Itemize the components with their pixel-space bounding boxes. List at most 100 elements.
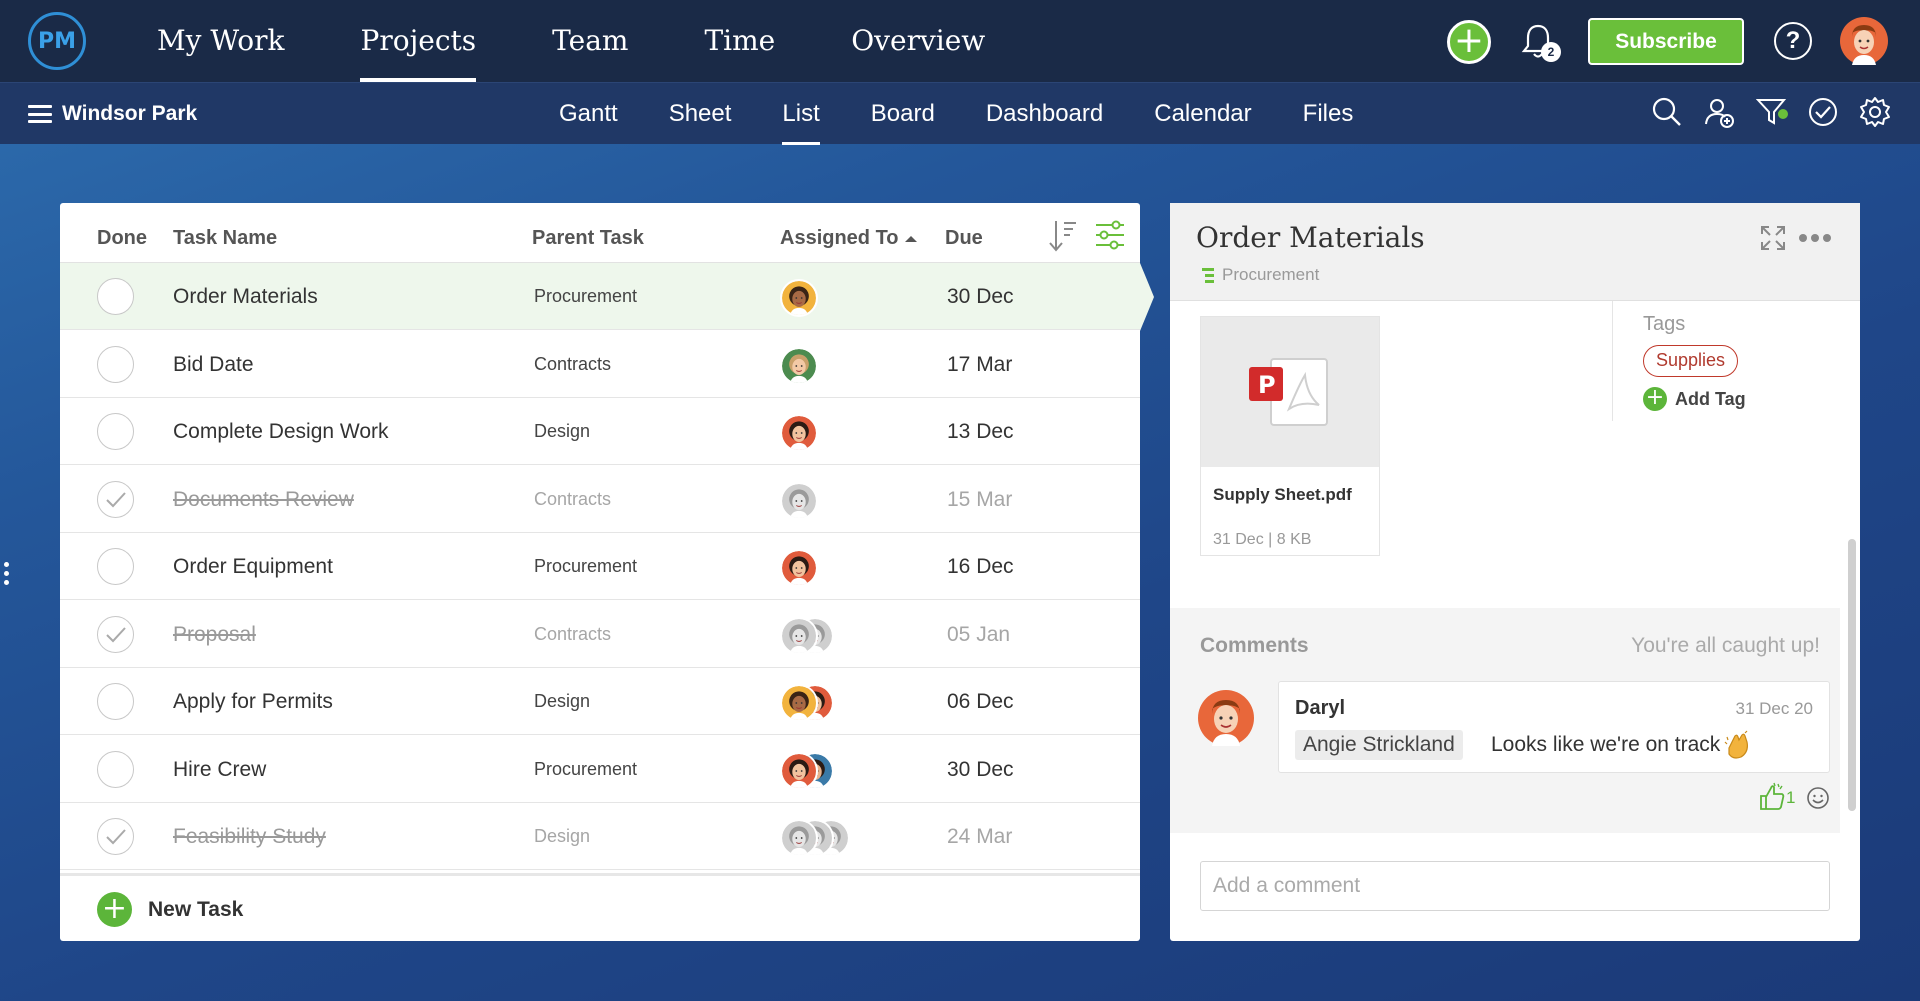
assignee-avatar: [780, 346, 818, 385]
add-comment-input[interactable]: [1200, 861, 1830, 911]
task-row[interactable]: Bid Date Contracts 17 Mar: [60, 331, 1140, 398]
tag-supplies[interactable]: Supplies: [1643, 345, 1739, 377]
project-name[interactable]: Windsor Park: [62, 83, 197, 145]
task-parent: Procurement: [534, 286, 638, 306]
app-logo[interactable]: PM: [28, 12, 86, 70]
task-done-checkbox[interactable]: [97, 750, 134, 788]
task-due-date[interactable]: 13 Dec: [947, 398, 1014, 465]
add-tag-button[interactable]: Add Tag: [1675, 389, 1746, 410]
attachment-file-name[interactable]: Supply Sheet.pdf: [1213, 485, 1352, 505]
filter-icon[interactable]: [1756, 96, 1788, 128]
task-parent: Procurement: [534, 556, 638, 576]
tab-list[interactable]: List: [782, 83, 821, 145]
attachment-thumbnail: P: [1201, 317, 1379, 467]
task-done-checkbox[interactable]: [97, 818, 134, 855]
assignee-avatar: [780, 481, 818, 520]
task-done-checkbox[interactable]: [97, 345, 134, 383]
detail-task-title[interactable]: Order Materials: [1196, 221, 1425, 254]
nav-my-work[interactable]: My Work: [157, 0, 284, 82]
clapping-hands-emoji-icon: [1724, 730, 1748, 759]
nav-time[interactable]: Time: [704, 0, 775, 82]
task-name[interactable]: Documents Review: [173, 466, 354, 533]
task-done-checkbox[interactable]: [97, 278, 134, 315]
task-name[interactable]: Bid Date: [173, 331, 254, 398]
task-row[interactable]: Complete Design Work Design 13 Dec: [60, 398, 1140, 465]
assignee-avatar: [780, 684, 818, 722]
table-header: Done Task Name Parent Task Assigned To D…: [60, 203, 1140, 263]
task-done-checkbox[interactable]: [97, 548, 134, 585]
task-row[interactable]: Order Materials Procurement 30 Dec: [60, 263, 1154, 331]
side-drawer-handle[interactable]: [4, 562, 10, 589]
task-due-date[interactable]: 30 Dec: [947, 736, 1014, 803]
task-name[interactable]: Order Materials: [173, 263, 318, 330]
task-done-checkbox[interactable]: [97, 480, 134, 518]
add-tag-plus-icon[interactable]: +: [1643, 387, 1667, 411]
detail-parent-task[interactable]: Procurement: [1222, 265, 1319, 285]
task-name[interactable]: Complete Design Work: [173, 398, 389, 465]
comment-author: Daryl: [1295, 697, 1346, 719]
emoji-reaction-icon[interactable]: [1806, 786, 1830, 810]
tags-label: Tags: [1643, 313, 1686, 335]
nav-projects[interactable]: Projects: [360, 0, 476, 82]
assignee-avatar: [780, 414, 818, 452]
hamburger-menu-icon[interactable]: [28, 105, 52, 123]
settings-gear-icon[interactable]: [1859, 96, 1891, 128]
column-header-assigned-to-label: Assigned To: [780, 227, 899, 249]
task-parent: Contracts: [534, 353, 612, 374]
comment-text: Looks like we're on track: [1491, 733, 1721, 756]
add-user-icon[interactable]: [1703, 96, 1735, 128]
help-button[interactable]: ?: [1774, 22, 1812, 60]
search-icon[interactable]: [1651, 96, 1683, 128]
quick-add-button[interactable]: +: [1447, 20, 1491, 64]
task-due-date[interactable]: 30 Dec: [947, 263, 1014, 330]
tab-dashboard[interactable]: Dashboard: [986, 83, 1103, 145]
task-due-date[interactable]: 17 Mar: [947, 331, 1012, 398]
more-options-icon[interactable]: [1798, 233, 1832, 243]
task-done-checkbox[interactable]: [97, 615, 134, 653]
tab-sheet[interactable]: Sheet: [669, 83, 732, 145]
column-settings-sliders-icon[interactable]: [1094, 219, 1126, 251]
task-done-checkbox[interactable]: [97, 683, 134, 720]
task-name[interactable]: Feasibility Study: [173, 803, 326, 870]
thumbs-up-icon[interactable]: [1758, 782, 1786, 812]
task-name[interactable]: Apply for Permits: [173, 668, 333, 735]
expand-icon[interactable]: [1760, 225, 1786, 251]
task-name[interactable]: Order Equipment: [173, 533, 333, 600]
task-name[interactable]: Hire Crew: [173, 736, 266, 803]
comment-mention[interactable]: Angie Strickland: [1295, 730, 1463, 760]
tab-calendar[interactable]: Calendar: [1154, 83, 1251, 145]
task-row[interactable]: Hire Crew Procurement 30 Dec: [60, 736, 1140, 803]
like-count: 1: [1786, 788, 1796, 807]
task-row[interactable]: Documents Review Contracts 15 Mar: [60, 466, 1140, 533]
task-name[interactable]: Proposal: [173, 601, 256, 668]
new-task-plus-icon[interactable]: +: [97, 892, 132, 927]
new-task-label[interactable]: New Task: [148, 876, 243, 944]
task-row[interactable]: Proposal Contracts 05 Jan: [60, 601, 1140, 668]
task-row[interactable]: Order Equipment Procurement 16 Dec: [60, 533, 1140, 600]
task-due-date[interactable]: 06 Dec: [947, 668, 1014, 735]
assignee-avatar: [780, 819, 818, 857]
task-due-date[interactable]: 16 Dec: [947, 533, 1014, 600]
task-row[interactable]: Feasibility Study Design 24 Mar: [60, 803, 1140, 870]
nav-team[interactable]: Team: [552, 0, 628, 82]
task-list-panel: Done Task Name Parent Task Assigned To D…: [60, 203, 1154, 941]
detail-scrollbar[interactable]: [1848, 539, 1856, 811]
new-task-row[interactable]: + New Task: [60, 873, 1140, 941]
user-avatar[interactable]: [1840, 17, 1888, 65]
main-nav: My Work Projects Team Time Overview: [157, 0, 1061, 82]
tab-files[interactable]: Files: [1303, 83, 1354, 145]
task-due-date[interactable]: 24 Mar: [947, 803, 1012, 870]
task-parent: Contracts: [534, 488, 612, 509]
comments-status: You're all caught up!: [1631, 634, 1820, 657]
task-due-date[interactable]: 15 Mar: [947, 466, 1012, 533]
task-row[interactable]: Apply for Permits Design 06 Dec: [60, 668, 1140, 735]
attachment-card[interactable]: P Supply Sheet.pdf 31 Dec | 8 KB: [1200, 316, 1380, 556]
nav-overview[interactable]: Overview: [851, 0, 985, 82]
task-done-checkbox[interactable]: [97, 413, 134, 450]
tab-gantt[interactable]: Gantt: [559, 83, 618, 145]
sort-order-icon[interactable]: [1048, 219, 1078, 253]
tab-board[interactable]: Board: [871, 83, 935, 145]
task-due-date[interactable]: 05 Jan: [947, 601, 1010, 668]
subscribe-button[interactable]: Subscribe: [1588, 18, 1744, 65]
check-circle-icon[interactable]: [1807, 96, 1839, 128]
